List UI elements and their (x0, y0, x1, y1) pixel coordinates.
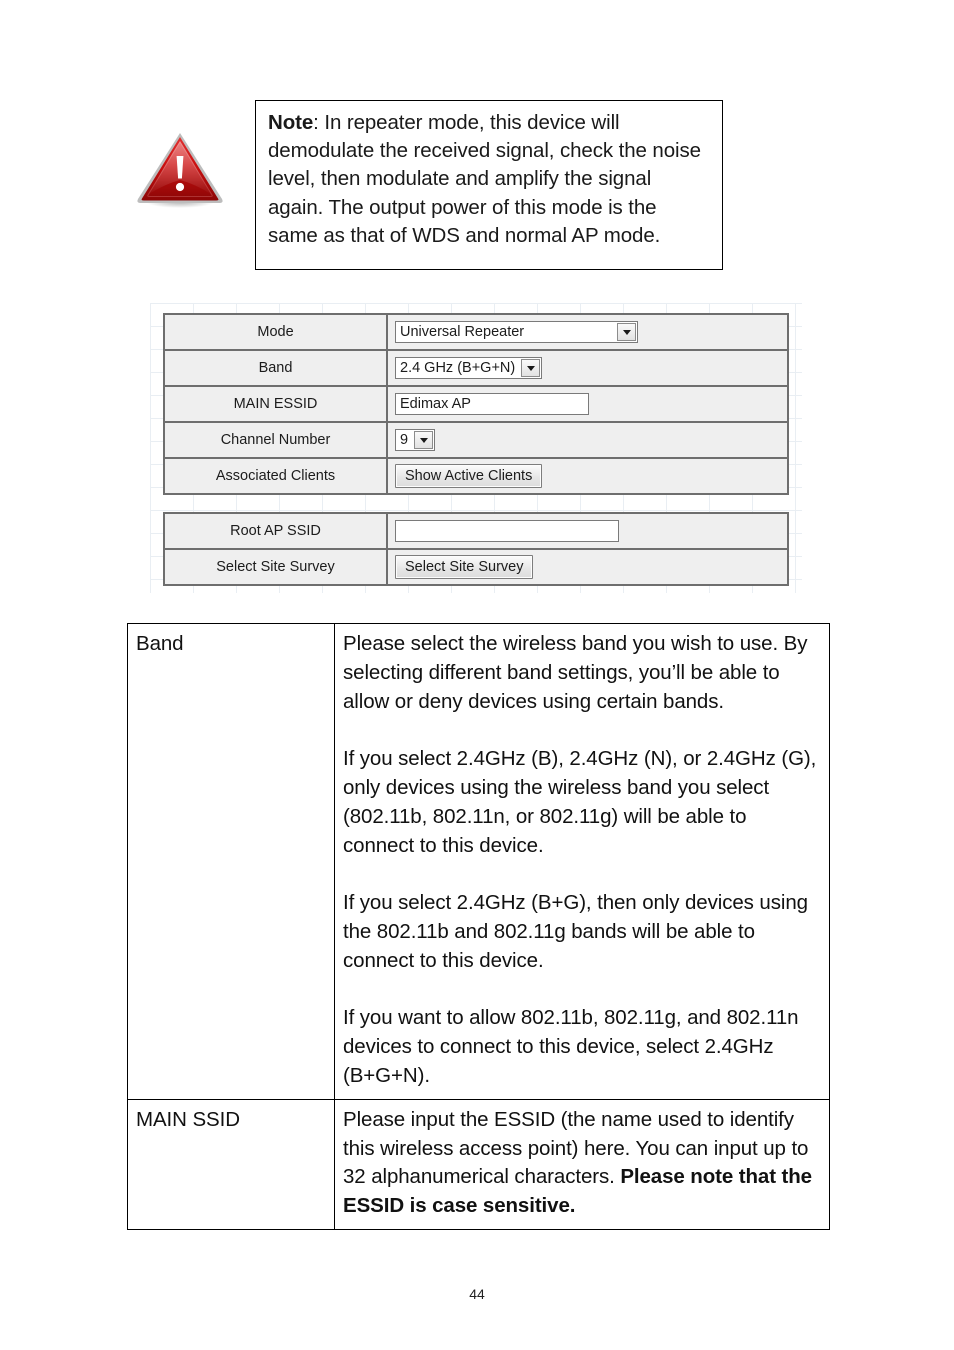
root-ap-ssid-input[interactable] (395, 520, 619, 542)
value-select-site-survey: Select Site Survey (388, 550, 787, 584)
label-root-ap-ssid: Root AP SSID (165, 514, 388, 548)
chevron-down-icon[interactable] (414, 431, 434, 449)
term-main-ssid: MAIN SSID (127, 1098, 335, 1230)
show-active-clients-button[interactable]: Show Active Clients (395, 464, 543, 488)
row-main-essid: MAIN ESSID (163, 385, 789, 421)
row-associated-clients: Associated Clients Show Active Clients (163, 457, 789, 495)
note-box: Note: In repeater mode, this device will… (255, 100, 723, 270)
mode-select-value: Universal Repeater (400, 324, 525, 340)
table-row: MAIN SSID Please input the ESSID (the na… (127, 1098, 830, 1230)
chevron-down-icon[interactable] (521, 359, 541, 377)
term-band: Band (127, 623, 335, 1100)
label-band: Band (165, 351, 388, 385)
parameter-description-table: Band Please select the wireless band you… (127, 623, 830, 1230)
label-channel-number: Channel Number (165, 423, 388, 457)
band-select[interactable]: 2.4 GHz (B+G+N) (395, 357, 543, 379)
main-essid-input[interactable] (395, 393, 589, 415)
warning-triangle-icon (135, 128, 225, 210)
note-callout: Note: In repeater mode, this device will… (125, 100, 735, 275)
label-mode: Mode (165, 315, 388, 349)
row-channel-number: Channel Number 9 (163, 421, 789, 457)
value-root-ap-ssid (388, 514, 787, 548)
row-root-ap-ssid: Root AP SSID (163, 512, 789, 548)
mode-select[interactable]: Universal Repeater (395, 321, 638, 343)
row-band: Band 2.4 GHz (B+G+N) (163, 349, 789, 385)
page-number: 44 (469, 1286, 485, 1302)
note-text: Note: In repeater mode, this device will… (268, 109, 710, 250)
value-mode: Universal Repeater (388, 315, 787, 349)
select-site-survey-button[interactable]: Select Site Survey (395, 555, 534, 579)
settings-screenshot: Mode Universal Repeater Band 2.4 GHz (B+… (150, 303, 802, 593)
channel-number-select[interactable]: 9 (395, 429, 436, 451)
value-band: 2.4 GHz (B+G+N) (388, 351, 787, 385)
note-body: : In repeater mode, this device will dem… (268, 111, 707, 247)
channel-number-select-value: 9 (400, 432, 409, 448)
label-associated-clients: Associated Clients (165, 459, 388, 493)
table-row: Band Please select the wireless band you… (127, 623, 830, 1100)
definition-main-ssid: Please input the ESSID (the name used to… (334, 1098, 830, 1230)
wireless-settings-table: Mode Universal Repeater Band 2.4 GHz (B+… (163, 313, 789, 495)
value-associated-clients: Show Active Clients (388, 459, 787, 493)
label-select-site-survey: Select Site Survey (165, 550, 388, 584)
label-main-essid: MAIN ESSID (165, 387, 388, 421)
value-main-essid (388, 387, 787, 421)
band-select-value: 2.4 GHz (B+G+N) (400, 360, 516, 376)
row-select-site-survey: Select Site Survey Select Site Survey (163, 548, 789, 586)
value-channel-number: 9 (388, 423, 787, 457)
note-label: Note (268, 111, 314, 134)
chevron-down-icon[interactable] (617, 323, 636, 341)
row-mode: Mode Universal Repeater (163, 313, 789, 349)
definition-band: Please select the wireless band you wish… (334, 623, 830, 1100)
root-ap-table: Root AP SSID Select Site Survey Select S… (163, 512, 789, 586)
